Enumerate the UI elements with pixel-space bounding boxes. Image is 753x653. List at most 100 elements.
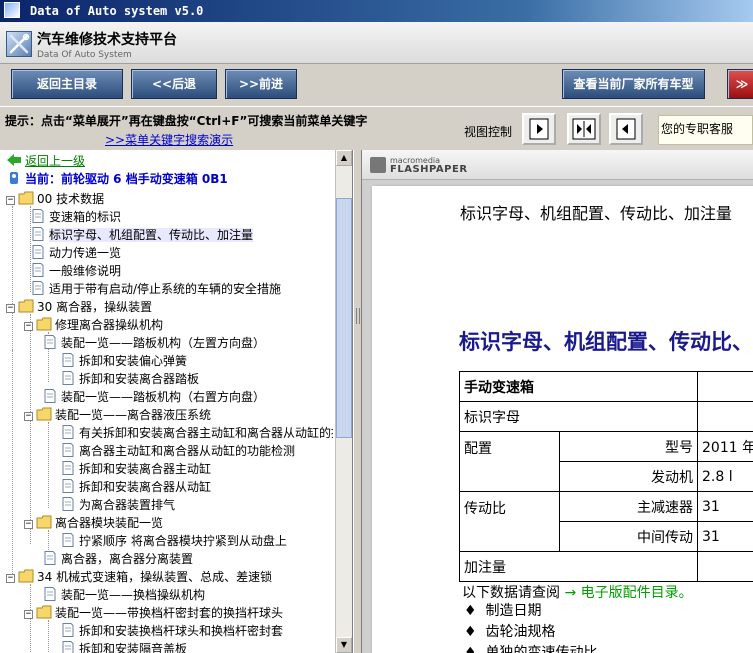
window-title-bar[interactable]: Data of Auto system v5.0 bbox=[0, 0, 753, 22]
back-button[interactable]: <<后退 bbox=[131, 69, 217, 99]
toolbar: 返回主目录 <<后退 >>前进 查看当前厂家所有车型 ≫ bbox=[0, 64, 753, 106]
tree-item-label: 变速箱的标识 bbox=[49, 210, 122, 224]
tree-folder[interactable]: − 装配一览——离合器液压系统 bbox=[24, 406, 211, 424]
folder-icon bbox=[18, 191, 34, 205]
scroll-up-icon[interactable]: ▲ bbox=[336, 150, 352, 166]
document-heading: 标识字母、机组配置、传动比、加注量 bbox=[459, 330, 753, 354]
tree-item-label: 为离合器装置排气 bbox=[79, 498, 176, 512]
tree-item-label: 拆卸和安装偏心弹簧 bbox=[79, 354, 188, 368]
tree-item[interactable]: 拆卸和安装偏心弹簧 bbox=[60, 352, 187, 370]
expand-left-button[interactable] bbox=[609, 113, 643, 145]
collapse-toggle-icon[interactable]: − bbox=[24, 520, 33, 529]
flashpaper-bar: macromedia FLASHPAPER bbox=[362, 150, 753, 180]
scroll-thumb[interactable] bbox=[336, 198, 352, 438]
tree-item[interactable]: 适用于带有启动/停止系统的车辆的安全措施 bbox=[30, 280, 281, 298]
document-icon bbox=[32, 263, 44, 277]
tree-folder[interactable]: − 30 离合器，操纵装置 bbox=[6, 298, 152, 316]
bullet-item: ♦ 制造日期 bbox=[464, 600, 541, 620]
arrow-left-icon bbox=[616, 118, 636, 140]
tree-folder[interactable]: − 修理离合器操纵机构 bbox=[24, 316, 163, 334]
tree-item[interactable]: 离合器，离合器分离装置 bbox=[42, 550, 193, 568]
table-cell: 31 bbox=[696, 521, 753, 552]
tree-item-label: 拆卸和安装离合器从动缸 bbox=[79, 480, 212, 494]
tree-item-label: 拆卸和安装隔音盖板 bbox=[79, 642, 188, 653]
more-button[interactable]: ≫ bbox=[727, 69, 753, 99]
tree-item[interactable]: 装配一览——踏板机构（左置方向盘） bbox=[42, 334, 265, 352]
tree-item-label: 标识字母、机组配置、传动比、加注量 bbox=[49, 228, 254, 242]
document-icon bbox=[62, 641, 74, 653]
tree-item-label: 30 离合器，操纵装置 bbox=[37, 300, 153, 314]
expand-right-button[interactable] bbox=[522, 113, 556, 145]
platform-title: 汽车维修技术支持平台 bbox=[37, 32, 177, 48]
home-button[interactable]: 返回主目录 bbox=[11, 69, 123, 99]
table-cell: 2011 年 bbox=[696, 431, 753, 462]
tree-item-label: 装配一览——踏板机构（左置方向盘） bbox=[61, 336, 266, 350]
tree-folder[interactable]: − 装配一览——带换档杆密封套的换挡杆球头 bbox=[24, 604, 283, 622]
tree-item[interactable]: 拆卸和安装离合器从动缸 bbox=[60, 478, 211, 496]
tree-scrollbar[interactable]: ▲ ▼ bbox=[335, 150, 352, 653]
document-icon bbox=[32, 227, 44, 241]
all-models-button[interactable]: 查看当前厂家所有车型 bbox=[562, 69, 705, 99]
tree-folder[interactable]: − 34 机械式变速箱，操纵装置、总成、差速锁 bbox=[6, 568, 272, 586]
tree-item[interactable]: 为离合器装置排气 bbox=[60, 496, 175, 514]
tree-item-label: 拆卸和安装离合器主动缸 bbox=[79, 462, 212, 476]
table-row: 加注量 bbox=[459, 551, 753, 582]
view-control-label: 视图控制 bbox=[464, 125, 513, 139]
tree-folder[interactable]: − 00 技术数据 bbox=[6, 190, 104, 208]
tree-item[interactable]: 装配一览——换档操纵机构 bbox=[42, 586, 205, 604]
document-page: 标识字母、机组配置、传动比、加注量 标识字母、机组配置、传动比、加注量 手动变速… bbox=[372, 186, 753, 653]
document-icon bbox=[32, 245, 44, 259]
tree-item[interactable]: 一般维修说明 bbox=[30, 262, 121, 280]
split-icon bbox=[572, 118, 596, 140]
collapse-toggle-icon[interactable]: − bbox=[24, 322, 33, 331]
collapse-toggle-icon[interactable]: − bbox=[6, 196, 15, 205]
service-panel[interactable]: 您的专职客服 bbox=[658, 115, 753, 145]
tree-item-label: 适用于带有启动/停止系统的车辆的安全措施 bbox=[49, 282, 282, 296]
back-up-label: 返回上一级 bbox=[25, 154, 86, 168]
collapse-toggle-icon[interactable]: − bbox=[24, 610, 33, 619]
forward-button[interactable]: >>前进 bbox=[225, 69, 297, 99]
search-demo-link[interactable]: >>菜单关键字搜索演示 bbox=[105, 131, 233, 148]
table-cell: 加注量 bbox=[459, 551, 698, 582]
panel-splitter[interactable] bbox=[353, 150, 362, 653]
hint-row: 提示：点击“菜单展开”再在键盘按“Ctrl+F”可搜索当前菜单关键字 >>菜单关… bbox=[0, 106, 753, 150]
collapse-toggle-icon[interactable]: − bbox=[6, 574, 15, 583]
back-up-link[interactable]: 返回上一级 bbox=[6, 152, 85, 170]
collapse-toggle-icon[interactable]: − bbox=[24, 412, 33, 421]
split-view-button[interactable] bbox=[567, 113, 601, 145]
tree-item[interactable]: 拆卸和安装离合器主动缸 bbox=[60, 460, 211, 478]
tree-item[interactable]: 标识字母、机组配置、传动比、加注量 bbox=[30, 226, 254, 244]
tree-item[interactable]: 有关拆卸和安装离合器主动缸和离合器从动缸的提示 bbox=[60, 424, 333, 442]
flashpaper-logo-icon bbox=[370, 157, 386, 173]
document-icon bbox=[62, 443, 74, 457]
tree-item[interactable]: 装配一览——踏板机构（右置方向盘） bbox=[42, 388, 265, 406]
tree-item[interactable]: 离合器主动缸和离合器从动缸的功能检测 bbox=[60, 442, 295, 460]
splitter-grip-icon[interactable] bbox=[356, 308, 360, 324]
tree-item-label: 装配一览——换档操纵机构 bbox=[61, 588, 206, 602]
tree-item[interactable]: 变速箱的标识 bbox=[30, 208, 121, 226]
tree-item-label: 离合器模块装配一览 bbox=[55, 516, 164, 530]
document-icon bbox=[62, 533, 74, 547]
hint-text: 提示：点击“菜单展开”再在键盘按“Ctrl+F”可搜索当前菜单关键字 bbox=[5, 114, 368, 128]
tree-item[interactable]: 拆卸和安装换档杆球头和换档杆密封套 bbox=[60, 622, 283, 640]
tree-item-label: 拧紧顺序 将离合器模块拧紧到从动盘上 bbox=[79, 534, 287, 548]
table-cell: 31 bbox=[696, 491, 753, 522]
table-cell: 中间传动 bbox=[559, 521, 698, 552]
tree-item[interactable]: 拧紧顺序 将离合器模块拧紧到从动盘上 bbox=[60, 532, 287, 550]
folder-icon bbox=[36, 407, 52, 421]
scroll-down-icon[interactable]: ▼ bbox=[336, 637, 352, 653]
tree-item[interactable]: 拆卸和安装离合器踏板 bbox=[60, 370, 199, 388]
tree-item[interactable]: 拆卸和安装隔音盖板 bbox=[60, 640, 187, 653]
folder-icon bbox=[18, 569, 34, 583]
tree-item-label: 离合器，离合器分离装置 bbox=[61, 552, 194, 566]
bullet-icon: ♦ bbox=[464, 603, 477, 619]
document-icon bbox=[32, 281, 44, 295]
document-icon bbox=[62, 461, 74, 475]
parts-catalog-link[interactable]: → 电子版配件目录。 bbox=[564, 585, 692, 601]
collapse-toggle-icon[interactable]: − bbox=[6, 304, 15, 313]
tree-folder[interactable]: − 离合器模块装配一览 bbox=[24, 514, 163, 532]
table-row: 手动变速箱 bbox=[459, 371, 753, 402]
bullet-text: 制造日期 bbox=[485, 603, 542, 619]
tree-item[interactable]: 动力传递一览 bbox=[30, 244, 121, 262]
current-path: 当前：前轮驱动 6 档手动变速箱 0B1 bbox=[6, 170, 228, 188]
